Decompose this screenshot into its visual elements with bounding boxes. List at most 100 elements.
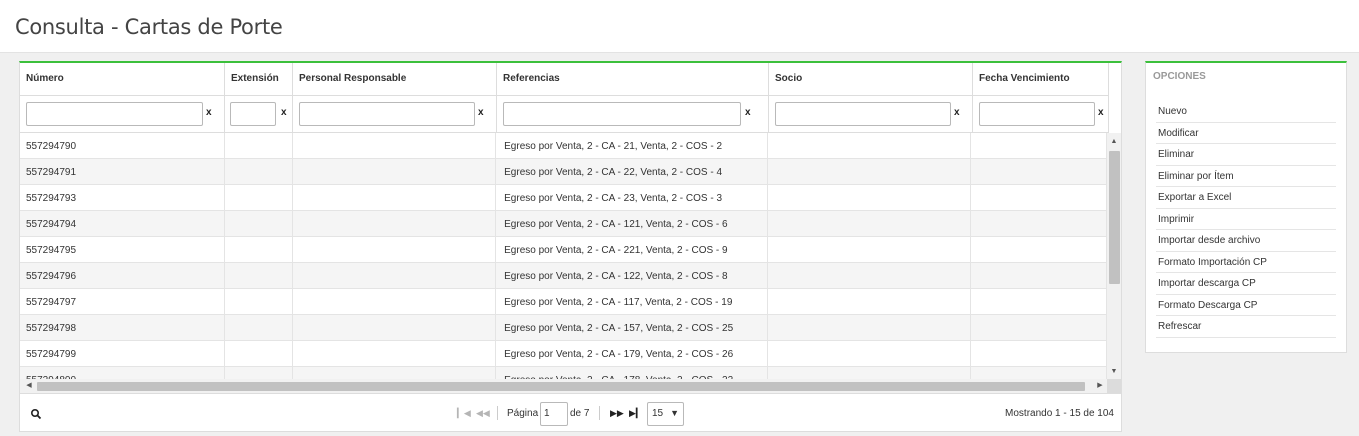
cell-personal-responsable xyxy=(293,211,497,236)
grid-body: 557294790 Egreso por Venta, 2 - CA - 21,… xyxy=(20,133,1107,379)
prev-page-icon[interactable]: ◀◀ xyxy=(476,408,490,419)
table-row[interactable]: 557294798 Egreso por Venta, 2 - CA - 157… xyxy=(20,315,1107,341)
cell-personal-responsable xyxy=(293,185,497,210)
filter-cell-extension: x xyxy=(225,96,293,133)
option-refrescar[interactable]: Refrescar xyxy=(1156,316,1336,338)
filter-cell-fecha-vencimiento: x xyxy=(973,96,1109,133)
horizontal-scrollbar[interactable]: ◀ ▶ xyxy=(20,379,1107,393)
cell-socio xyxy=(768,367,972,379)
clear-filter-socio[interactable]: x xyxy=(954,107,960,118)
table-row[interactable]: 557294796 Egreso por Venta, 2 - CA - 122… xyxy=(20,263,1107,289)
option-modificar[interactable]: Modificar xyxy=(1156,123,1336,144)
cell-numero: 557294797 xyxy=(20,289,225,314)
filter-input-extension[interactable] xyxy=(230,102,276,126)
page-number-input[interactable]: 1 xyxy=(540,402,568,426)
filter-input-referencias[interactable] xyxy=(503,102,741,126)
option-imprimir[interactable]: Imprimir xyxy=(1156,209,1336,230)
cell-socio xyxy=(768,341,972,366)
last-page-icon[interactable]: ▶▎ xyxy=(629,408,643,419)
options-list: Nuevo Modificar Eliminar Eliminar por Ít… xyxy=(1156,101,1336,338)
page-size-select[interactable]: 15 ▼ xyxy=(647,402,684,426)
column-header-referencias[interactable]: Referencias xyxy=(497,63,769,96)
filter-input-numero[interactable] xyxy=(26,102,203,126)
filter-input-fecha-vencimiento[interactable] xyxy=(979,102,1095,126)
scroll-left-icon[interactable]: ◀ xyxy=(22,379,36,393)
table-row[interactable]: 557294794 Egreso por Venta, 2 - CA - 121… xyxy=(20,211,1107,237)
cell-numero: 557294799 xyxy=(20,341,225,366)
cell-fecha-vencimiento xyxy=(971,185,1107,210)
cell-personal-responsable xyxy=(293,315,497,340)
option-importar-desde-archivo[interactable]: Importar desde archivo xyxy=(1156,230,1336,252)
options-panel: OPCIONES Nuevo Modificar Eliminar Elimin… xyxy=(1145,61,1347,353)
cell-referencias: Egreso por Venta, 2 - CA - 23, Venta, 2 … xyxy=(496,185,768,210)
top-bar: Consulta - Cartas de Porte xyxy=(0,0,1359,53)
option-eliminar[interactable]: Eliminar xyxy=(1156,144,1336,166)
pager-divider xyxy=(497,406,498,420)
column-header-socio[interactable]: Socio xyxy=(769,63,973,96)
filter-row: x x x x x x xyxy=(20,96,1109,133)
search-icon[interactable] xyxy=(30,408,42,420)
scroll-up-icon[interactable]: ▲ xyxy=(1107,135,1121,149)
option-formato-importacion-cp[interactable]: Formato Importación CP xyxy=(1156,252,1336,273)
cell-referencias: Egreso por Venta, 2 - CA - 117, Venta, 2… xyxy=(496,289,768,314)
option-importar-descarga-cp[interactable]: Importar descarga CP xyxy=(1156,273,1336,295)
cell-extension xyxy=(225,133,293,158)
cell-fecha-vencimiento xyxy=(971,263,1107,288)
vertical-scroll-thumb[interactable] xyxy=(1109,151,1120,284)
cell-referencias: Egreso por Venta, 2 - CA - 121, Venta, 2… xyxy=(496,211,768,236)
page-count: de 7 xyxy=(570,408,590,419)
filter-input-personal-responsable[interactable] xyxy=(299,102,475,126)
cell-socio xyxy=(768,211,972,236)
cell-referencias: Egreso por Venta, 2 - CA - 179, Venta, 2… xyxy=(496,341,768,366)
horizontal-scroll-thumb[interactable] xyxy=(37,382,1085,391)
grid-header-row: Número Extensión Personal Responsable Re… xyxy=(20,63,1109,96)
column-header-fecha-vencimiento[interactable]: Fecha Vencimiento xyxy=(973,63,1109,96)
option-nuevo[interactable]: Nuevo xyxy=(1156,101,1336,123)
cell-numero: 557294800 xyxy=(20,367,225,379)
option-exportar-excel[interactable]: Exportar a Excel xyxy=(1156,187,1336,209)
cell-referencias: Egreso por Venta, 2 - CA - 21, Venta, 2 … xyxy=(496,133,768,158)
cell-personal-responsable xyxy=(293,367,497,379)
vertical-scrollbar[interactable]: ▲ ▼ xyxy=(1107,133,1121,379)
table-row[interactable]: 557294799 Egreso por Venta, 2 - CA - 179… xyxy=(20,341,1107,367)
chevron-down-icon: ▼ xyxy=(670,408,679,418)
cell-fecha-vencimiento xyxy=(971,289,1107,314)
column-header-personal-responsable[interactable]: Personal Responsable xyxy=(293,63,497,96)
grid-panel: Número Extensión Personal Responsable Re… xyxy=(19,61,1122,432)
scroll-right-icon[interactable]: ▶ xyxy=(1093,379,1107,393)
table-row[interactable]: 557294793 Egreso por Venta, 2 - CA - 23,… xyxy=(20,185,1107,211)
column-header-extension[interactable]: Extensión xyxy=(225,63,293,96)
clear-filter-fecha-vencimiento[interactable]: x xyxy=(1098,107,1104,118)
table-row[interactable]: 557294800 Egreso por Venta, 2 - CA - 178… xyxy=(20,367,1107,379)
option-eliminar-por-item[interactable]: Eliminar por Ítem xyxy=(1156,166,1336,187)
option-formato-descarga-cp[interactable]: Formato Descarga CP xyxy=(1156,295,1336,316)
cell-extension xyxy=(225,263,293,288)
cell-personal-responsable xyxy=(293,341,497,366)
table-row[interactable]: 557294795 Egreso por Venta, 2 - CA - 221… xyxy=(20,237,1107,263)
pager-divider xyxy=(599,406,600,420)
table-row[interactable]: 557294791 Egreso por Venta, 2 - CA - 22,… xyxy=(20,159,1107,185)
scroll-down-icon[interactable]: ▼ xyxy=(1107,365,1121,379)
cell-referencias: Egreso por Venta, 2 - CA - 157, Venta, 2… xyxy=(496,315,768,340)
cell-numero: 557294793 xyxy=(20,185,225,210)
filter-cell-numero: x xyxy=(20,96,225,133)
cell-numero: 557294791 xyxy=(20,159,225,184)
pager: ▎◀ ◀◀ Página 1 de 7 ▶▶ ▶▎ 15 ▼ Mostrando… xyxy=(20,393,1121,432)
column-header-numero[interactable]: Número xyxy=(20,63,225,96)
clear-filter-referencias[interactable]: x xyxy=(745,107,751,118)
filter-input-socio[interactable] xyxy=(775,102,951,126)
clear-filter-personal-responsable[interactable]: x xyxy=(478,107,484,118)
clear-filter-numero[interactable]: x xyxy=(206,107,212,118)
cell-fecha-vencimiento xyxy=(971,237,1107,262)
next-page-icon[interactable]: ▶▶ xyxy=(610,408,624,419)
table-row[interactable]: 557294797 Egreso por Venta, 2 - CA - 117… xyxy=(20,289,1107,315)
cell-fecha-vencimiento xyxy=(971,367,1107,379)
cell-numero: 557294790 xyxy=(20,133,225,158)
cell-numero: 557294796 xyxy=(20,263,225,288)
cell-referencias: Egreso por Venta, 2 - CA - 122, Venta, 2… xyxy=(496,263,768,288)
clear-filter-extension[interactable]: x xyxy=(281,107,287,118)
table-row[interactable]: 557294790 Egreso por Venta, 2 - CA - 21,… xyxy=(20,133,1107,159)
cell-socio xyxy=(768,315,972,340)
first-page-icon[interactable]: ▎◀ xyxy=(457,408,471,419)
cell-fecha-vencimiento xyxy=(971,315,1107,340)
